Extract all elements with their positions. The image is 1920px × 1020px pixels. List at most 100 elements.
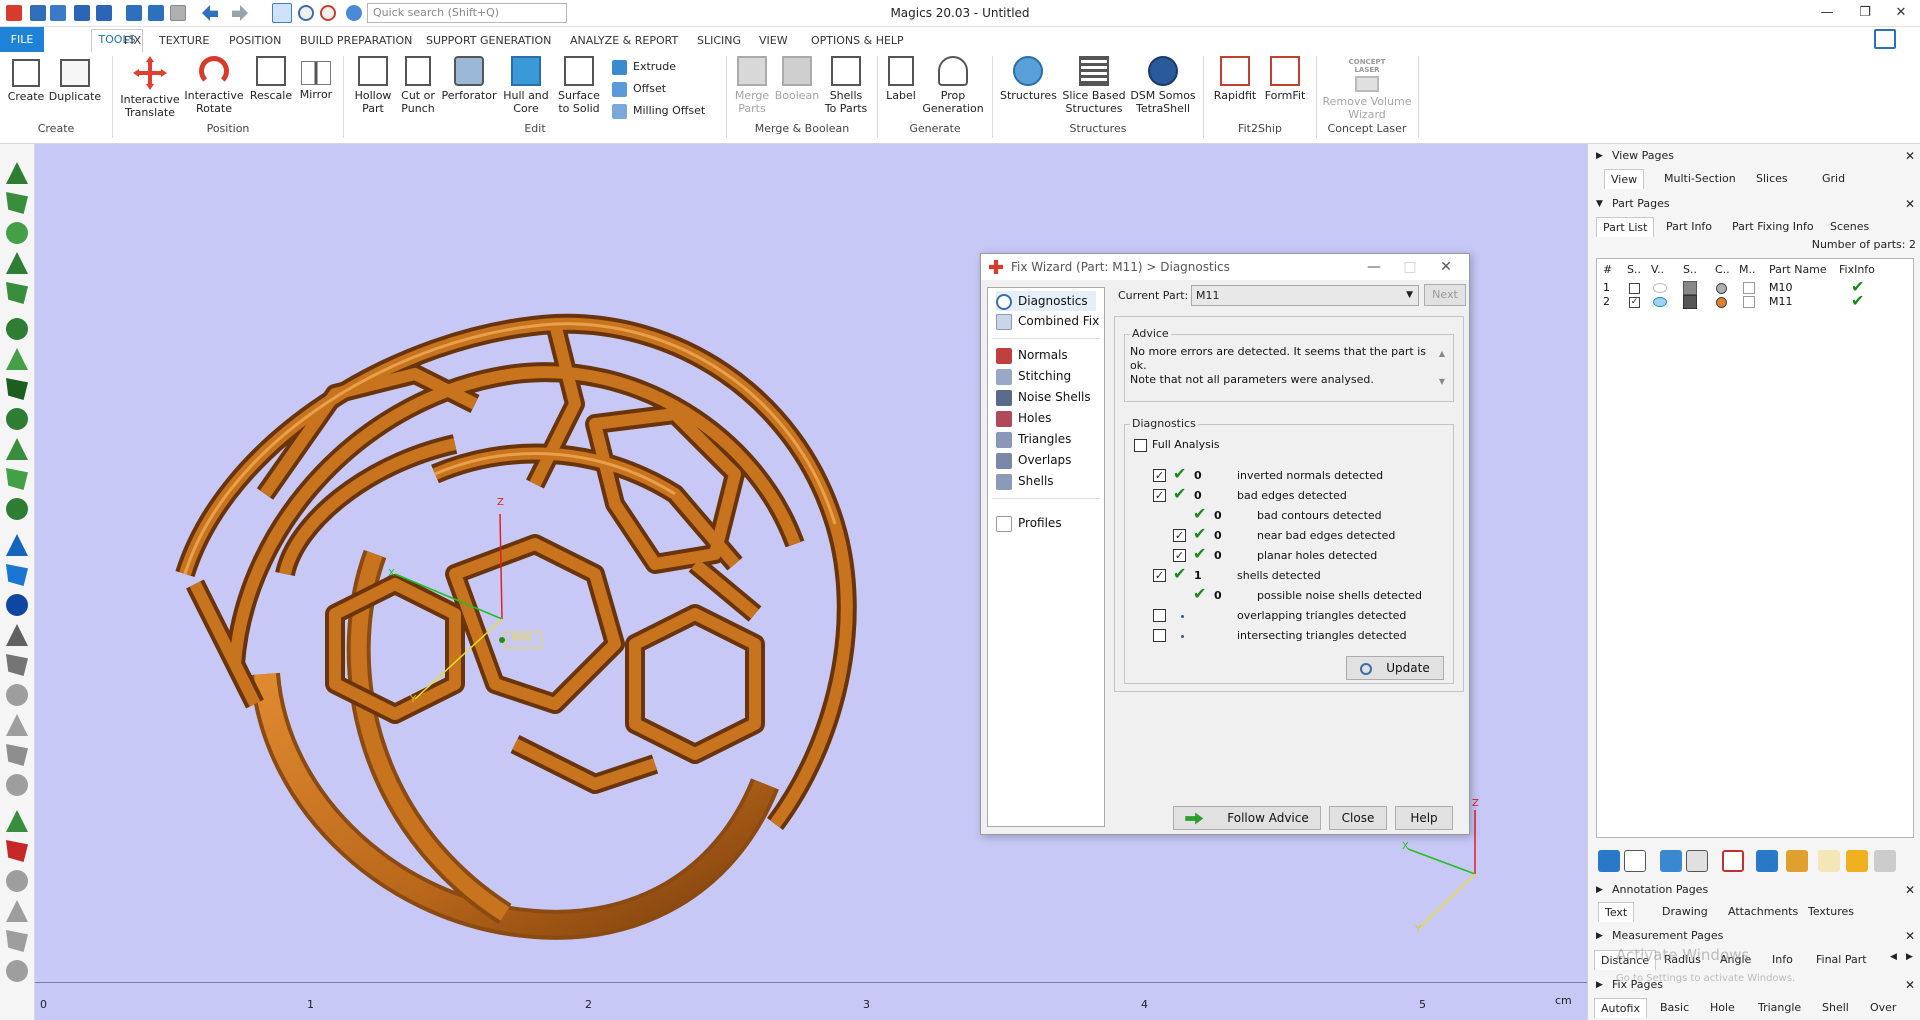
tab-drawing[interactable]: Drawing: [1656, 902, 1714, 922]
interactive-rotate-button[interactable]: Interactive Rotate: [184, 56, 244, 115]
tab-view[interactable]: View: [1604, 169, 1645, 189]
dialog-minimize-icon[interactable]: —: [1359, 254, 1389, 280]
nav-combined-fix[interactable]: Combined Fix: [996, 311, 1099, 331]
part-name[interactable]: M11: [1769, 295, 1793, 308]
create-button[interactable]: Create: [6, 56, 46, 103]
layout-icon[interactable]: [1874, 29, 1896, 49]
select-plane-icon[interactable]: [6, 192, 28, 214]
part-layers-icon[interactable]: [1756, 850, 1778, 872]
tab-scenes[interactable]: Scenes: [1824, 217, 1875, 237]
select-surface-icon[interactable]: [6, 222, 28, 244]
tab-triangle[interactable]: Triangle: [1752, 998, 1807, 1018]
measure-point-icon[interactable]: [6, 408, 28, 430]
tab-textures[interactable]: Textures: [1802, 902, 1860, 922]
col-mesh[interactable]: M..: [1739, 263, 1755, 276]
follow-advice-button[interactable]: Follow Advice: [1173, 806, 1321, 830]
view-right-icon[interactable]: [6, 594, 28, 616]
part-select-checkbox[interactable]: ✓: [1629, 297, 1640, 308]
fix-pages-header[interactable]: ▶ Fix Pages ✕: [1588, 975, 1920, 995]
part-color-swatch[interactable]: [1716, 297, 1727, 308]
nav-noise-shells[interactable]: Noise Shells: [996, 387, 1091, 407]
overlapping-triangles-checkbox[interactable]: [1153, 609, 1166, 622]
select-rectangle-icon[interactable]: [6, 282, 28, 304]
tab-shell[interactable]: Shell: [1816, 998, 1855, 1018]
measure-radius-icon[interactable]: [6, 438, 28, 460]
rescale-button[interactable]: Rescale: [248, 56, 294, 102]
nav-holes[interactable]: Holes: [996, 408, 1051, 428]
current-part-select[interactable]: M11 ▼: [1191, 285, 1419, 306]
hull-core-button[interactable]: Hull and Core: [502, 56, 550, 115]
formfit-button[interactable]: FormFit: [1262, 56, 1308, 102]
mark-surface-icon[interactable]: [6, 930, 28, 952]
measure-sphere-icon[interactable]: [6, 498, 28, 520]
eye-visible-icon[interactable]: [1653, 297, 1667, 307]
view-front-icon[interactable]: [6, 564, 28, 586]
shade-icon[interactable]: [6, 654, 28, 676]
view-iso-icon[interactable]: [6, 624, 28, 646]
part-tag-icon[interactable]: [1786, 850, 1808, 872]
surface-to-solid-button[interactable]: Surface to Solid: [554, 56, 604, 115]
col-select[interactable]: S..: [1627, 263, 1641, 276]
bad-edges-checkbox[interactable]: ✓: [1153, 489, 1166, 502]
measure-distance-icon[interactable]: [6, 378, 28, 400]
tab-build-preparation[interactable]: BUILD PREPARATION: [298, 31, 414, 51]
tab-hole[interactable]: Hole: [1704, 998, 1741, 1018]
part-select-checkbox[interactable]: [1629, 283, 1640, 294]
mesh-icon[interactable]: [1743, 282, 1755, 294]
select-all-icon[interactable]: [1624, 850, 1646, 872]
tab-options-help[interactable]: OPTIONS & HELP: [809, 31, 906, 51]
offset-button[interactable]: Offset: [612, 79, 666, 99]
shading-icon[interactable]: [1683, 281, 1697, 295]
cut-punch-button[interactable]: Cut or Punch: [398, 56, 438, 115]
remove-volume-wizard-button[interactable]: CONCEPT LASER Remove Volume Wizard: [1322, 56, 1412, 121]
tab-part-fixing-info[interactable]: Part Fixing Info: [1726, 217, 1820, 237]
tab-multi-section[interactable]: Multi-Section: [1658, 169, 1742, 189]
planar-holes-checkbox[interactable]: ✓: [1173, 549, 1186, 562]
intersecting-triangles-checkbox[interactable]: [1153, 629, 1166, 642]
tab-attachments[interactable]: Attachments: [1722, 902, 1804, 922]
delete-part-icon[interactable]: [1722, 850, 1744, 872]
mirror-button[interactable]: Mirror: [296, 56, 336, 101]
near-bad-edges-checkbox[interactable]: ✓: [1173, 529, 1186, 542]
col-color[interactable]: C..: [1715, 263, 1730, 276]
mark-shell-icon[interactable]: [6, 900, 28, 922]
tab-info[interactable]: Info: [1766, 950, 1799, 970]
tab-overlaps[interactable]: Over: [1864, 998, 1902, 1018]
unmark-icon[interactable]: [6, 840, 28, 862]
close-icon[interactable]: ✕: [1905, 880, 1915, 900]
support-view-icon[interactable]: [6, 774, 28, 796]
measurement-pages-header[interactable]: ▶ Measurement Pages ✕: [1588, 926, 1920, 946]
nav-triangles[interactable]: Triangles: [996, 429, 1071, 449]
boolean-button[interactable]: Boolean: [774, 56, 820, 102]
tab-slices[interactable]: Slices: [1750, 169, 1794, 189]
tab-scroll-left-icon[interactable]: ◀: [1890, 952, 1897, 962]
full-analysis-checkbox[interactable]: [1134, 439, 1147, 452]
mark-triangle-icon[interactable]: [6, 810, 28, 832]
part-wire-icon[interactable]: [1686, 850, 1708, 872]
col-fixinfo[interactable]: FixInfo: [1839, 263, 1875, 276]
shells-to-parts-button[interactable]: Shells To Parts: [824, 56, 868, 115]
col-part-name[interactable]: Part Name: [1769, 263, 1827, 276]
tab-part-list[interactable]: Part List: [1596, 217, 1655, 237]
close-button[interactable]: Close: [1329, 806, 1387, 830]
hollow-part-button[interactable]: Hollow Part: [350, 56, 396, 115]
perforator-button[interactable]: Perforator: [440, 56, 498, 102]
close-icon[interactable]: ✕: [1905, 146, 1915, 166]
dialog-close-icon[interactable]: ✕: [1431, 254, 1461, 280]
expand-icon[interactable]: [6, 960, 28, 982]
prop-generation-button[interactable]: Prop Generation: [920, 56, 986, 115]
label-button[interactable]: Label: [884, 56, 918, 102]
part-copy-icon[interactable]: [1874, 850, 1896, 872]
measure-angle-icon[interactable]: [6, 468, 28, 490]
nav-stitching[interactable]: Stitching: [996, 366, 1071, 386]
structures-button[interactable]: Structures: [1000, 56, 1057, 102]
wire-icon[interactable]: [6, 684, 28, 706]
tab-file[interactable]: FILE: [0, 27, 44, 52]
close-icon[interactable]: ✕: [1905, 194, 1915, 214]
view-top-icon[interactable]: [6, 534, 28, 556]
tab-slicing[interactable]: SLICING: [695, 31, 743, 51]
view-pages-header[interactable]: ▶ View Pages ✕: [1588, 146, 1920, 166]
mesh-icon[interactable]: [1743, 296, 1755, 308]
select-triangle-icon[interactable]: [6, 162, 28, 184]
tab-position[interactable]: POSITION: [227, 31, 283, 51]
